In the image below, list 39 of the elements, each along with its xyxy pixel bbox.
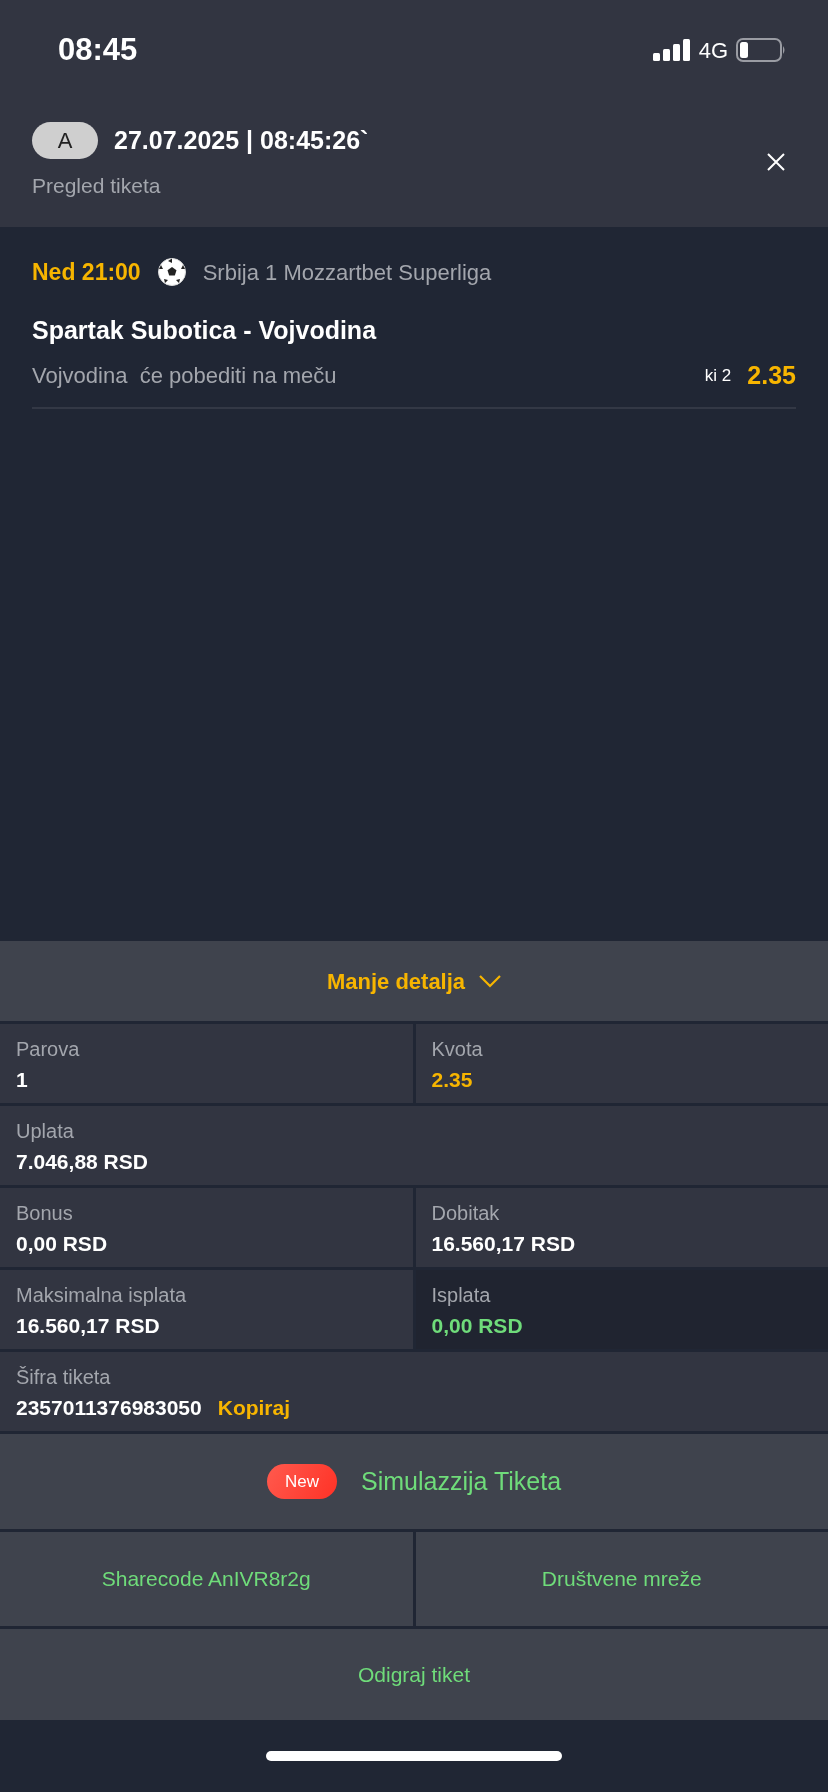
copy-link[interactable]: Kopiraj [217, 1392, 291, 1424]
ticket-code: 2357011376983050 [16, 1395, 202, 1421]
network-label: 4G [698, 36, 728, 65]
close-icon[interactable] [766, 151, 786, 172]
play-ticket-button[interactable]: Odigraj tiket [0, 1626, 828, 1720]
details-toggle[interactable]: Manje detalja [0, 941, 828, 1021]
chevron-down-icon [479, 974, 502, 988]
ticket-datetime: 27.07.2025 | 08:45:26` [114, 125, 369, 156]
match-time: Ned 21:00 [32, 258, 141, 287]
detail-label: Maksimalna isplata [16, 1283, 188, 1308]
detail-label: Isplata [431, 1283, 492, 1308]
bet-market: ki 2 [704, 365, 732, 387]
clock: 08:45 [58, 30, 138, 69]
detail-label: Kvota [431, 1037, 484, 1062]
new-badge: New [266, 1463, 337, 1500]
match-teams: Spartak Subotica - Vojvodina [32, 314, 378, 346]
detail-value: 16.560,17 RSD [431, 1231, 577, 1257]
detail-label: Parova [16, 1037, 81, 1062]
signal-icon [652, 39, 691, 61]
bet-pick: Vojvodina će pobediti na meču [32, 362, 337, 391]
detail-label: Šifra tiketa [16, 1365, 112, 1390]
header-subtitle: Pregled tiketa [32, 172, 162, 199]
action-button[interactable]: Sharecode AnIVR8r2g [0, 1532, 413, 1626]
soccer-ball-icon [156, 257, 187, 288]
detail-label: Dobitak [431, 1201, 501, 1226]
detail-value: 0,00 RSD [431, 1313, 524, 1339]
detail-value: 7.046,88 RSD [16, 1149, 149, 1175]
detail-value: 1 [16, 1067, 29, 1093]
detail-value: 2.35 [431, 1067, 474, 1093]
detail-label: Uplata [16, 1119, 75, 1144]
simulation-button[interactable]: New Simulazzija Tiketa [0, 1434, 828, 1529]
account-badge: A [32, 122, 98, 160]
detail-label: Bonus [16, 1201, 74, 1226]
action-button[interactable]: Društvene mreže [415, 1532, 828, 1626]
bet-odds: 2.35 [747, 360, 796, 391]
detail-value: 16.560,17 RSD [16, 1313, 161, 1339]
league-name: Srbija 1 Mozzartbet Superliga [202, 258, 492, 287]
detail-value: 0,00 RSD [16, 1231, 109, 1257]
battery-icon [736, 38, 786, 62]
